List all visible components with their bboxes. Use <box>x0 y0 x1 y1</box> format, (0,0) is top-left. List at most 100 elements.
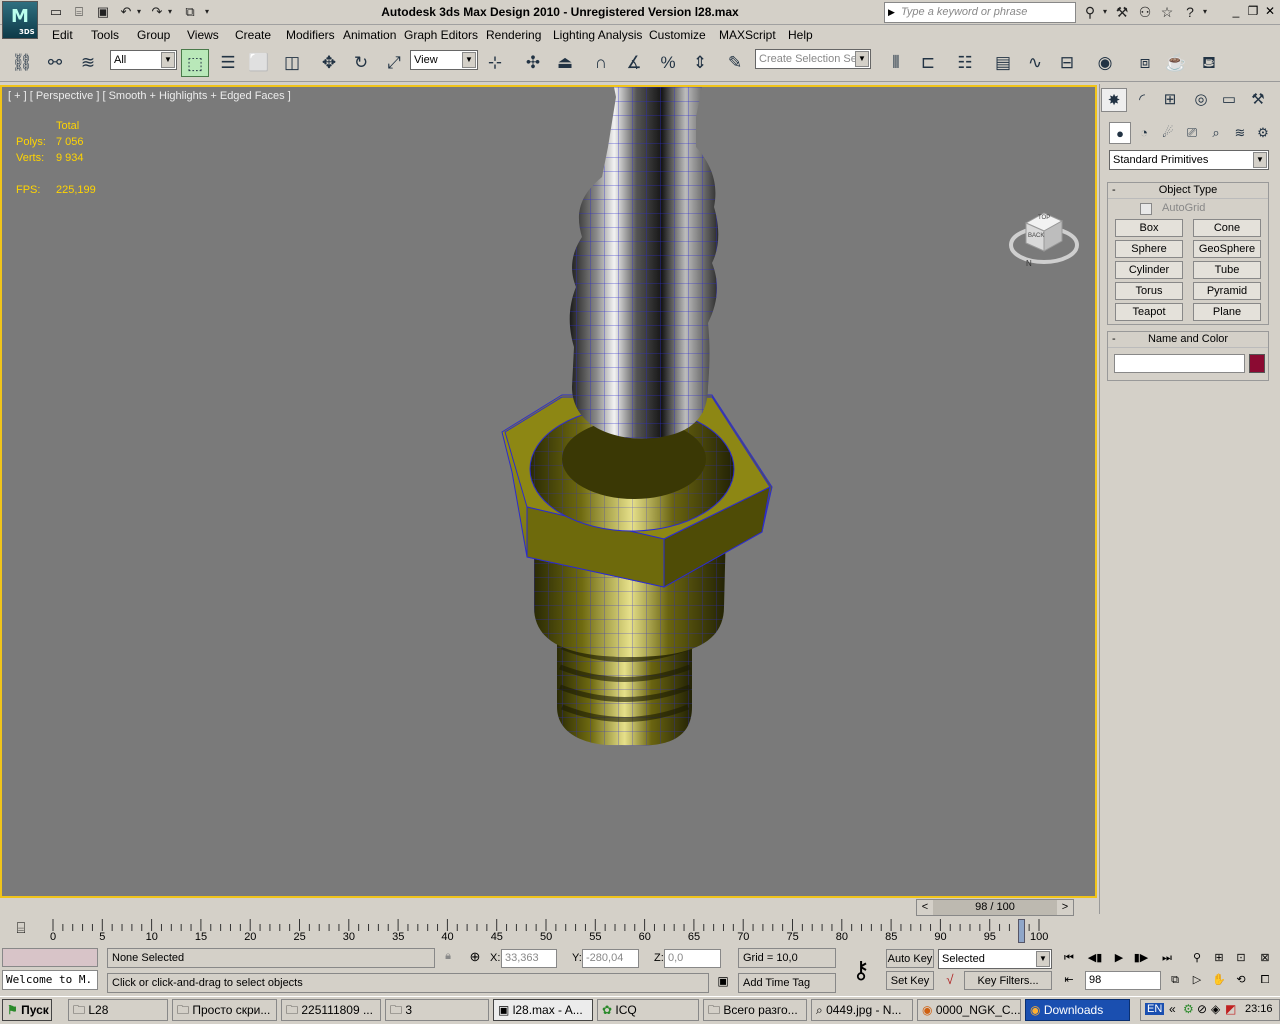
tray-antivirus-icon[interactable]: ◩ <box>1225 1002 1236 1016</box>
pyramid-button[interactable]: Pyramid <box>1193 282 1261 300</box>
cone-button[interactable]: Cone <box>1193 219 1261 237</box>
previous-key-icon[interactable]: ◀▮ <box>1086 949 1104 967</box>
name-and-color-header[interactable]: - Name and Color <box>1108 332 1268 348</box>
time-configuration-icon[interactable]: ⧉ <box>1166 971 1184 989</box>
select-and-manipulate-icon[interactable]: ✣ <box>519 49 547 77</box>
spark-plug-model[interactable] <box>2 87 1095 896</box>
minimize-icon[interactable]: _ <box>1228 4 1244 20</box>
pan-view-icon[interactable]: ✋ <box>1210 971 1228 989</box>
close-icon[interactable]: ✕ <box>1262 4 1278 20</box>
zoom-extents-icon[interactable]: ⊡ <box>1232 949 1250 967</box>
search-input[interactable]: ▶ Type a keyword or phrase <box>884 2 1076 23</box>
play-icon[interactable]: ▶ <box>1110 949 1128 967</box>
select-by-name-icon[interactable]: ☰ <box>214 49 242 77</box>
menu-tools[interactable]: Tools <box>91 28 119 42</box>
quick-access-dropdown-icon[interactable]: ▾ <box>200 3 214 21</box>
viewcube[interactable]: TOP BACK N <box>1006 203 1082 273</box>
z-coordinate-field[interactable]: 0,0 <box>664 949 721 968</box>
snaps-toggle-icon[interactable]: ∩ <box>587 49 615 77</box>
box-button[interactable]: Box <box>1115 219 1183 237</box>
y-coordinate-field[interactable]: -280,04 <box>582 949 639 968</box>
language-indicator[interactable]: EN <box>1145 1003 1165 1015</box>
select-and-move-icon[interactable]: ✥ <box>315 49 343 77</box>
search-expand-icon[interactable]: ▶ <box>888 7 895 18</box>
select-and-link-icon[interactable]: ⛓ <box>8 49 36 77</box>
menu-help[interactable]: Help <box>788 28 813 42</box>
key-filters-button[interactable]: Key Filters... <box>964 971 1052 990</box>
task-3-folder[interactable]: 🗀︎ 3 <box>385 999 489 1021</box>
cameras-icon[interactable]: ⎚ <box>1181 122 1203 144</box>
display-tab-icon[interactable]: ▭ <box>1216 88 1242 112</box>
search-dropdown-icon[interactable]: ▾ <box>1100 3 1110 21</box>
restore-icon[interactable]: ❐ <box>1245 4 1261 20</box>
utilities-tab-icon[interactable]: ⚒ <box>1245 88 1271 112</box>
torus-button[interactable]: Torus <box>1115 282 1183 300</box>
window-crossing-icon[interactable]: ◫ <box>278 49 306 77</box>
align-icon[interactable]: ⊏ <box>914 49 942 77</box>
sphere-button[interactable]: Sphere <box>1115 240 1183 258</box>
rendered-frame-window-icon[interactable]: ☕ <box>1162 49 1190 77</box>
menu-create[interactable]: Create <box>235 28 271 42</box>
subscription-icon[interactable]: ⚒ <box>1112 3 1132 21</box>
create-tab-icon[interactable]: ✸ <box>1101 88 1127 112</box>
redo-icon[interactable]: ↷ <box>147 3 167 21</box>
menu-maxscript[interactable]: MAXScript <box>719 28 776 42</box>
rectangular-selection-icon[interactable]: ⬜ <box>245 49 273 77</box>
cylinder-button[interactable]: Cylinder <box>1115 261 1183 279</box>
menu-modifiers[interactable]: Modifiers <box>286 28 335 42</box>
track-bar[interactable]: 0 5 10 15 20 25 30 35 40 45 50 55 60 65 70 75 80 85 90 95 10… <box>50 917 1097 947</box>
keyboard-shortcut-override-icon[interactable]: ⏏ <box>551 49 579 77</box>
x-coordinate-field[interactable]: 33,363 <box>501 949 557 968</box>
select-object-icon[interactable]: ⬚ <box>181 49 209 77</box>
task-image-viewer[interactable]: ⌕ 0449.jpg - N... <box>811 999 913 1021</box>
object-color-swatch[interactable] <box>1249 354 1265 373</box>
app-logo-icon[interactable]: M 3DS <box>2 1 38 39</box>
modify-tab-icon[interactable]: ◜ <box>1129 88 1155 112</box>
mini-curve-editor-icon[interactable]: ⌸ <box>6 920 36 940</box>
menu-edit[interactable]: Edit <box>52 28 73 42</box>
favorites-star-icon[interactable]: ☆ <box>1157 3 1177 21</box>
time-slider-frame[interactable]: 98 / 100 <box>933 900 1057 915</box>
key-mode-dropdown[interactable]: Selected ▼ <box>938 949 1052 969</box>
tube-button[interactable]: Tube <box>1193 261 1261 279</box>
current-frame-field[interactable]: 98 <box>1085 971 1161 990</box>
spinner-snap-icon[interactable]: ⇕ <box>686 49 714 77</box>
named-selection-sets-dropdown[interactable]: Create Selection Se ▼ <box>755 49 871 69</box>
next-frame-icon[interactable]: > <box>1057 900 1073 915</box>
absolute-mode-icon[interactable]: ⊕ <box>466 949 484 967</box>
angle-snap-icon[interactable]: ∡ <box>620 49 648 77</box>
menu-animation[interactable]: Animation <box>343 28 396 42</box>
menu-customize[interactable]: Customize <box>649 28 706 42</box>
edit-named-selection-icon[interactable]: ✎ <box>721 49 749 77</box>
motion-tab-icon[interactable]: ◎ <box>1188 88 1214 112</box>
lights-icon[interactable]: ☄ <box>1157 122 1179 144</box>
save-icon[interactable]: ▣ <box>93 3 113 21</box>
bind-space-warp-icon[interactable]: ≋ <box>74 49 102 77</box>
curve-editor-icon[interactable]: ∿ <box>1021 49 1049 77</box>
current-frame-marker[interactable] <box>1018 919 1025 943</box>
binoculars-icon[interactable]: ⚲ <box>1080 3 1100 21</box>
help-icon[interactable]: ? <box>1180 3 1200 21</box>
space-warps-icon[interactable]: ≋ <box>1229 122 1251 144</box>
new-file-icon[interactable]: ▭ <box>46 3 66 21</box>
previous-frame-icon[interactable]: < <box>917 900 933 915</box>
auto-key-button[interactable]: Auto Key <box>886 949 934 968</box>
undo-dropdown-icon[interactable]: ▾ <box>134 3 144 21</box>
default-tangent-icon[interactable]: √ <box>940 972 960 990</box>
go-to-end-icon[interactable]: ⏭ <box>1158 949 1176 967</box>
geometry-category-dropdown[interactable]: Standard Primitives ▼ <box>1109 150 1269 170</box>
orbit-icon[interactable]: ⟲ <box>1232 971 1250 989</box>
render-production-icon[interactable]: ⛾ <box>1195 49 1223 77</box>
key-mode-toggle-icon[interactable]: ⇤ <box>1060 971 1078 989</box>
systems-icon[interactable]: ⚙ <box>1252 122 1274 144</box>
select-and-rotate-icon[interactable]: ↻ <box>347 49 375 77</box>
plane-button[interactable]: Plane <box>1193 303 1261 321</box>
tray-app-icon[interactable]: ⊘ <box>1197 1002 1207 1016</box>
field-of-view-icon[interactable]: ▷ <box>1188 971 1206 989</box>
undo-icon[interactable]: ↶ <box>116 3 136 21</box>
task-3dsmax[interactable]: ▣ l28.max - A... <box>493 999 593 1021</box>
mirror-icon[interactable]: ⫴ <box>882 49 910 77</box>
tray-sound-icon[interactable]: ◈ <box>1211 1002 1220 1016</box>
communication-center-icon[interactable]: ⚇ <box>1135 3 1155 21</box>
tray-network-icon[interactable]: ⚙ <box>1183 1002 1194 1016</box>
